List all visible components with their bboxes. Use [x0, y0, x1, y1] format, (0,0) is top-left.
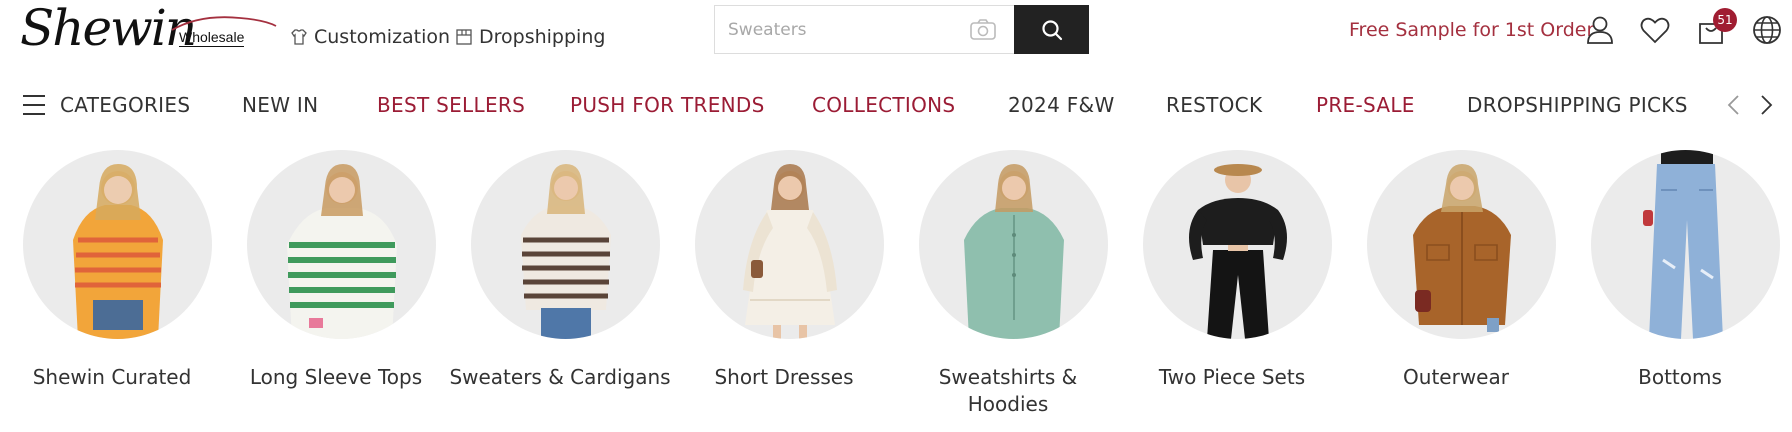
- brown-striped-sweater-photo: [471, 150, 660, 339]
- nav-dropshipping-picks[interactable]: DROPSHIPPING PICKS: [1467, 92, 1688, 118]
- category-label: Outerwear: [1403, 365, 1509, 389]
- sage-sweatshirt-photo: [919, 150, 1108, 339]
- site-header: Shewin Wholesale Customization Dropshipp…: [0, 0, 1792, 66]
- green-striped-top-photo: [247, 150, 436, 339]
- search-icon: [1041, 19, 1062, 40]
- category-label: Shewin Curated: [32, 365, 192, 389]
- orange-striped-sweater-photo: [23, 150, 212, 339]
- nav-best-sellers[interactable]: BEST SELLERS: [377, 92, 525, 118]
- black-two-piece-photo: [1143, 150, 1332, 339]
- category-label: Sweaters & Cardigans: [449, 365, 671, 389]
- customization-link[interactable]: Customization: [290, 25, 450, 49]
- globe-icon[interactable]: [1751, 14, 1783, 46]
- cream-dress-photo: [695, 150, 884, 339]
- category-label: Long Sleeve Tops: [249, 365, 423, 389]
- heart-icon[interactable]: [1639, 14, 1671, 46]
- dropshipping-label: Dropshipping: [479, 26, 606, 48]
- site-logo[interactable]: Shewin Wholesale: [20, 0, 277, 58]
- camera-icon[interactable]: [969, 18, 997, 42]
- category-label: Two Piece Sets: [1158, 365, 1306, 389]
- box-icon: [456, 29, 472, 45]
- blue-jeans-photo: [1591, 150, 1780, 339]
- hamburger-menu-icon[interactable]: [22, 94, 46, 116]
- search-button[interactable]: [1014, 5, 1089, 54]
- nav-push-for-trends[interactable]: PUSH FOR TRENDS: [570, 92, 765, 118]
- category-label: Bottoms: [1638, 365, 1722, 389]
- search-bar: [714, 5, 1089, 54]
- shirt-icon: [291, 29, 307, 45]
- logo-subtitle: Wholesale: [179, 29, 245, 47]
- nav-2024-fw[interactable]: 2024 F&W: [1008, 92, 1115, 118]
- nav-new-in[interactable]: NEW IN: [242, 92, 318, 118]
- category-label: Sweatshirts & Hoodies: [938, 365, 1078, 416]
- free-sample-link[interactable]: Free Sample for 1st Order: [1349, 18, 1594, 42]
- customization-label: Customization: [314, 26, 451, 48]
- nav-categories[interactable]: CATEGORIES: [60, 92, 190, 118]
- brown-shacket-photo: [1367, 150, 1556, 339]
- nav-restock[interactable]: RESTOCK: [1166, 92, 1262, 118]
- dropshipping-link[interactable]: Dropshipping: [455, 25, 605, 49]
- cart-count-badge: 51: [1713, 8, 1737, 32]
- nav-pre-sale[interactable]: PRE-SALE: [1316, 92, 1415, 118]
- logo-script-text: Shewin: [20, 0, 197, 57]
- user-icon[interactable]: [1584, 14, 1616, 46]
- nav-collections[interactable]: COLLECTIONS: [812, 92, 955, 118]
- main-nav: CATEGORIES NEW IN BEST SELLERS PUSH FOR …: [0, 80, 1792, 130]
- chevron-left-icon[interactable]: [1724, 94, 1744, 116]
- chevron-right-icon[interactable]: [1756, 94, 1776, 116]
- category-label: Short Dresses: [714, 365, 854, 389]
